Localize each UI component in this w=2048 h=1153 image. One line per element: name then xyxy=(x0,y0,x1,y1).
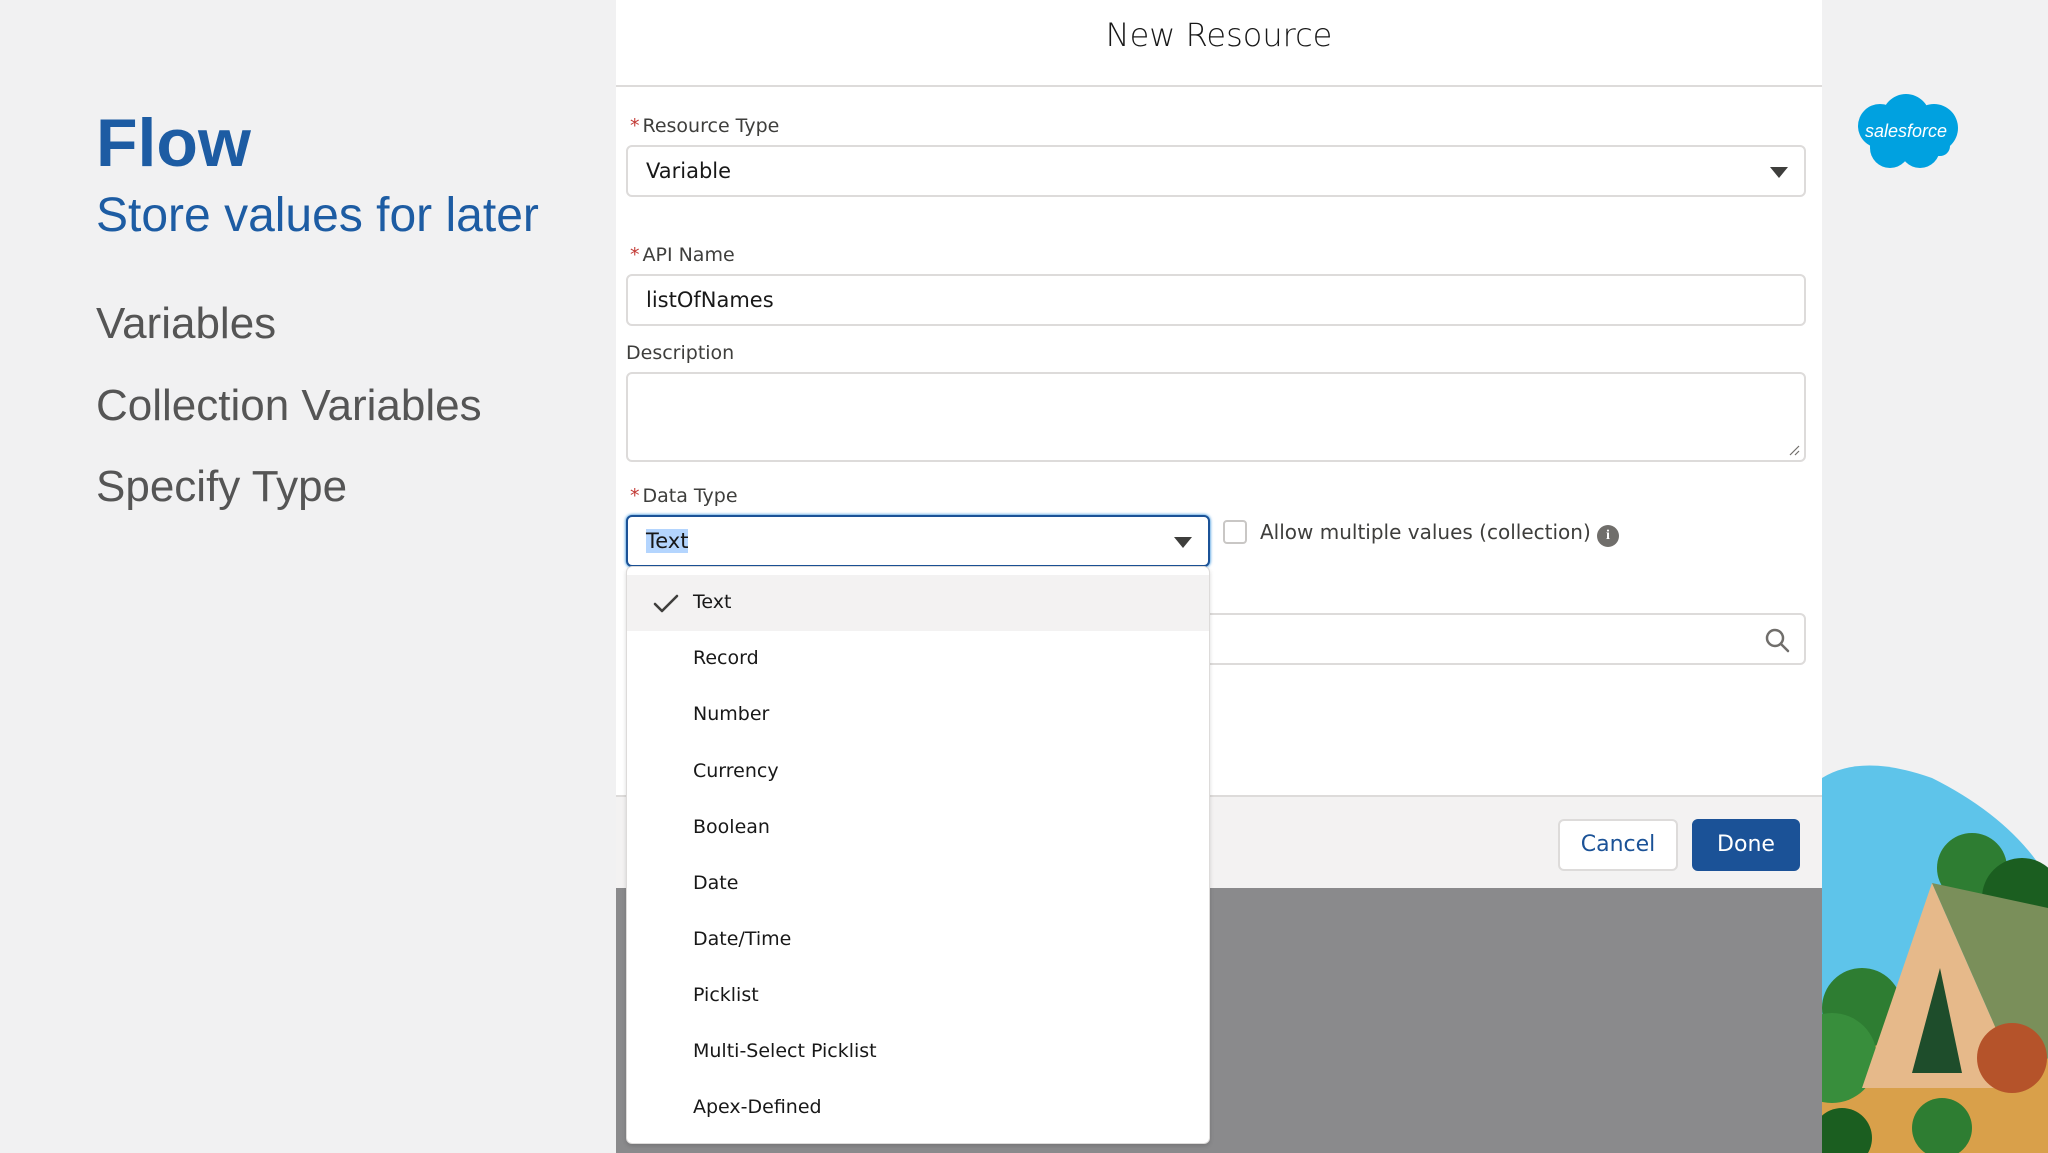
required-asterisk: * xyxy=(630,244,640,266)
resource-type-label: * Resource Type xyxy=(630,115,780,137)
slide-title: Flow xyxy=(96,105,251,181)
description-textarea[interactable] xyxy=(626,372,1806,462)
option-picklist[interactable]: Picklist xyxy=(627,968,1209,1024)
option-label: Record xyxy=(693,647,759,669)
option-label: Text xyxy=(693,591,732,613)
allow-multiple-label: Allow multiple values (collection) xyxy=(1260,520,1591,544)
resize-handle-icon[interactable] xyxy=(1788,444,1800,456)
done-button[interactable]: Done xyxy=(1692,819,1800,871)
data-type-combobox[interactable]: Text xyxy=(626,515,1210,567)
modal-title: New Resource xyxy=(1105,16,1333,54)
option-label: Number xyxy=(693,703,770,725)
modal-header: New Resource xyxy=(616,0,1822,87)
salesforce-logo: salesforce xyxy=(1858,94,1958,168)
resource-type-select[interactable]: Variable xyxy=(626,145,1806,197)
salesforce-logo-text: salesforce xyxy=(1865,121,1947,141)
bullet-specify-type: Specify Type xyxy=(96,462,348,511)
api-name-value: listOfNames xyxy=(646,288,774,312)
bullet-collection-variables: Collection Variables xyxy=(96,381,482,430)
data-type-dropdown: Text Record Number Currency Boolean Date… xyxy=(626,566,1210,1144)
option-multi-select-picklist[interactable]: Multi-Select Picklist xyxy=(627,1024,1209,1080)
info-icon[interactable]: i xyxy=(1597,525,1619,547)
option-label: Currency xyxy=(693,760,779,782)
chevron-down-icon xyxy=(1174,537,1192,548)
api-name-input[interactable]: listOfNames xyxy=(626,274,1806,326)
data-type-label: * Data Type xyxy=(630,485,738,507)
option-label: Date/Time xyxy=(693,928,792,950)
allow-multiple-checkbox[interactable] xyxy=(1223,520,1247,544)
slide-subtitle: Store values for later xyxy=(96,189,539,242)
chevron-down-icon xyxy=(1770,167,1788,178)
option-date-time[interactable]: Date/Time xyxy=(627,912,1209,968)
option-number[interactable]: Number xyxy=(627,687,1209,743)
option-currency[interactable]: Currency xyxy=(627,744,1209,800)
resource-type-value: Variable xyxy=(646,159,732,183)
data-type-value: Text xyxy=(646,529,689,553)
campsite-illustration xyxy=(1822,765,2048,1153)
check-icon xyxy=(653,594,679,613)
description-label: Description xyxy=(626,342,735,364)
option-boolean[interactable]: Boolean xyxy=(627,800,1209,856)
required-asterisk: * xyxy=(630,115,640,137)
required-asterisk: * xyxy=(630,485,640,507)
option-label: Multi-Select Picklist xyxy=(693,1040,877,1062)
cancel-button[interactable]: Cancel xyxy=(1558,819,1678,871)
search-icon[interactable] xyxy=(1764,627,1790,653)
option-label: Apex-Defined xyxy=(693,1096,822,1118)
option-date[interactable]: Date xyxy=(627,856,1209,912)
option-text[interactable]: Text xyxy=(627,575,1209,631)
option-apex-defined[interactable]: Apex-Defined xyxy=(627,1080,1209,1136)
option-record[interactable]: Record xyxy=(627,631,1209,687)
api-name-label: * API Name xyxy=(630,244,735,266)
option-label: Date xyxy=(693,872,739,894)
option-label: Picklist xyxy=(693,984,759,1006)
option-label: Boolean xyxy=(693,816,770,838)
bullet-variables: Variables xyxy=(96,299,277,348)
